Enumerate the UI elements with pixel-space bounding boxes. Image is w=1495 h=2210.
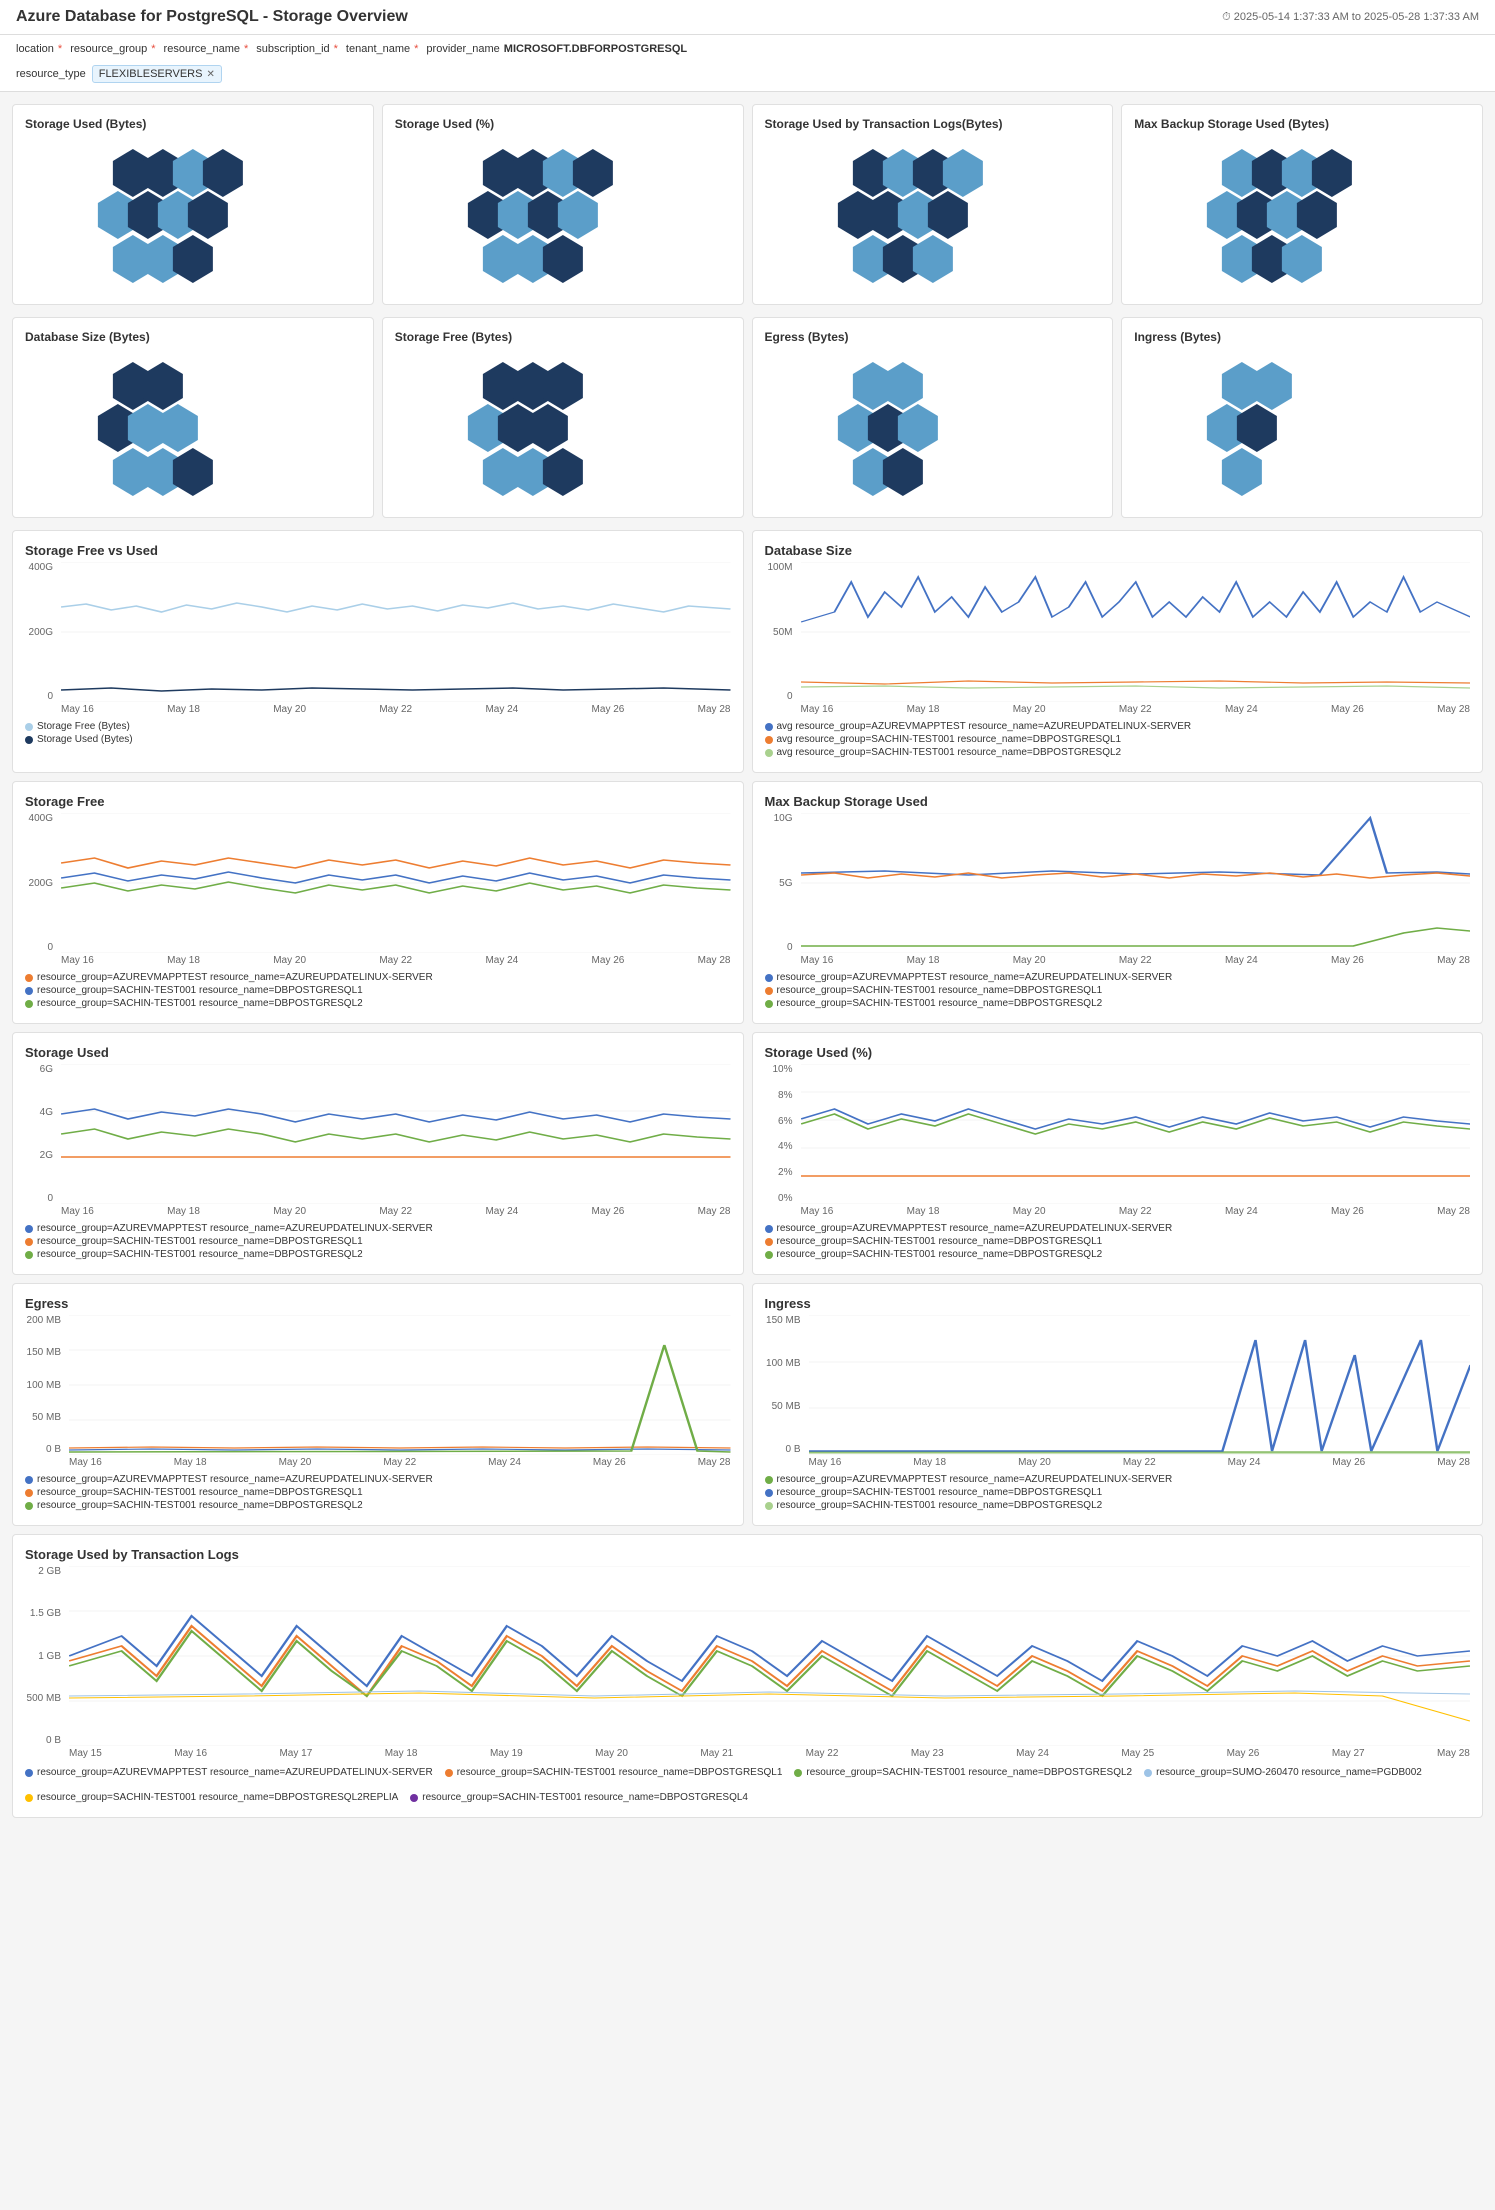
hexmap-storage-used-bytes-svg — [25, 139, 361, 289]
charts-row-4: Egress 200 MB 150 MB 100 MB 50 MB 0 B — [12, 1283, 1483, 1526]
filters-bar: location * resource_group * resource_nam… — [0, 35, 1495, 92]
dashboard: Storage Used (Bytes) Storage Used — [0, 92, 1495, 1830]
hexmap-storage-txlogs-svg — [765, 139, 1101, 289]
filter-tag-label: FLEXIBLESERVERS — [99, 68, 203, 80]
chart-storage-txlogs-title: Storage Used by Transaction Logs — [25, 1547, 1470, 1562]
legend-storage-free-vs-used: Storage Free (Bytes) Storage Used (Bytes… — [25, 721, 731, 745]
hexmap-storage-used-bytes: Storage Used (Bytes) — [12, 104, 374, 305]
x-axis-txlogs: May 15May 16May 17May 18May 19May 20May … — [25, 1748, 1470, 1759]
chart-area-ingress — [809, 1315, 1471, 1455]
filter-tenant-name[interactable]: tenant_name * — [346, 43, 419, 55]
chart-database-size: Database Size 100M 50M 0 — [752, 530, 1484, 773]
charts-row-1: Storage Free vs Used 400G 200G 0 — [12, 530, 1483, 773]
hexmap-ingress-title: Ingress (Bytes) — [1134, 330, 1470, 344]
charts-row-3: Storage Used 6G 4G 2G 0 — [12, 1032, 1483, 1275]
x-axis-db-size: May 16May 18May 20May 22May 24May 26May … — [765, 704, 1471, 715]
hexmap-storage-txlogs-title: Storage Used by Transaction Logs(Bytes) — [765, 117, 1101, 131]
hexmap-egress-title: Egress (Bytes) — [765, 330, 1101, 344]
chart-max-backup-title: Max Backup Storage Used — [765, 794, 1471, 809]
filter-resource-group-label: resource_group — [70, 43, 147, 55]
hexmap-database-size: Database Size (Bytes) — [12, 317, 374, 518]
chart-storage-free-vs-used: Storage Free vs Used 400G 200G 0 — [12, 530, 744, 773]
chart-area-storage-free — [61, 813, 731, 953]
chart-storage-free-vs-used-title: Storage Free vs Used — [25, 543, 731, 558]
chart-storage-free: Storage Free 400G 200G 0 — [12, 781, 744, 1024]
hexmap-storage-txlogs: Storage Used by Transaction Logs(Bytes) — [752, 104, 1114, 305]
hexmap-storage-free-title: Storage Free (Bytes) — [395, 330, 731, 344]
filter-provider-name[interactable]: provider_name MICROSOFT.DBFORPOSTGRESQL — [426, 43, 687, 55]
chart-area-storage-used — [61, 1064, 731, 1204]
filter-subscription-id[interactable]: subscription_id * — [256, 43, 338, 55]
legend-egress: resource_group=AZUREVMAPPTEST resource_n… — [25, 1474, 731, 1511]
y-axis-storage-free-vs-used: 400G 200G 0 — [25, 562, 57, 702]
hexmap-storage-used-pct-title: Storage Used (%) — [395, 117, 731, 131]
chart-ingress-title: Ingress — [765, 1296, 1471, 1311]
filter-resource-name-label: resource_name — [164, 43, 240, 55]
hexmap-egress: Egress (Bytes) — [752, 317, 1114, 518]
chart-area-storage-txlogs — [69, 1566, 1470, 1746]
chart-area-storage-free-vs-used — [61, 562, 731, 702]
legend-storage-txlogs: resource_group=AZUREVMAPPTEST resource_n… — [25, 1767, 1470, 1805]
chart-max-backup: Max Backup Storage Used 10G 5G 0 — [752, 781, 1484, 1024]
chart-storage-txlogs: Storage Used by Transaction Logs 2 GB 1.… — [12, 1534, 1483, 1818]
hexmap-storage-used-bytes-title: Storage Used (Bytes) — [25, 117, 361, 131]
filter-provider-name-label: provider_name — [426, 43, 499, 55]
hexmap-ingress: Ingress (Bytes) — [1121, 317, 1483, 518]
page-header: Azure Database for PostgreSQL - Storage … — [0, 0, 1495, 35]
filter-location[interactable]: location * — [16, 43, 62, 55]
chart-storage-used: Storage Used 6G 4G 2G 0 — [12, 1032, 744, 1275]
filter-location-asterisk: * — [58, 43, 62, 55]
hexmap-max-backup-storage: Max Backup Storage Used (Bytes) — [1121, 104, 1483, 305]
legend-storage-free: resource_group=AZUREVMAPPTEST resource_n… — [25, 972, 731, 1009]
hexmap-storage-used-pct: Storage Used (%) — [382, 104, 744, 305]
filter-resource-name[interactable]: resource_name * — [164, 43, 249, 55]
chart-storage-used-pct-title: Storage Used (%) — [765, 1045, 1471, 1060]
chart-area-storage-used-pct — [801, 1064, 1471, 1204]
chart-storage-used-pct: Storage Used (%) 10% 8% 6% 4% 2% 0% — [752, 1032, 1484, 1275]
legend-storage-used-pct: resource_group=AZUREVMAPPTEST resource_n… — [765, 1223, 1471, 1260]
chart-egress: Egress 200 MB 150 MB 100 MB 50 MB 0 B — [12, 1283, 744, 1526]
chart-ingress: Ingress 150 MB 100 MB 50 MB 0 B — [752, 1283, 1484, 1526]
chart-area-egress — [69, 1315, 731, 1455]
legend-storage-used: resource_group=AZUREVMAPPTEST resource_n… — [25, 1223, 731, 1260]
chart-storage-free-title: Storage Free — [25, 794, 731, 809]
chart-database-size-title: Database Size — [765, 543, 1471, 558]
x-axis-storage-free-vs-used: May 16May 18May 20May 22May 24May 26May … — [25, 704, 731, 715]
hexmap-database-size-title: Database Size (Bytes) — [25, 330, 361, 344]
filter-location-label: location — [16, 43, 54, 55]
legend-max-backup: resource_group=AZUREVMAPPTEST resource_n… — [765, 972, 1471, 1009]
hexmap-storage-free: Storage Free (Bytes) — [382, 317, 744, 518]
time-range: ⏱ 2025-05-14 1:37:33 AM to 2025-05-28 1:… — [1222, 11, 1479, 24]
hexmap-max-backup-svg — [1134, 139, 1470, 289]
hexmap-top-row: Storage Used (Bytes) Storage Used — [12, 104, 1483, 305]
chart-storage-used-title: Storage Used — [25, 1045, 731, 1060]
filter-resource-group[interactable]: resource_group * — [70, 43, 155, 55]
filter-tag-flexibleservers[interactable]: FLEXIBLESERVERS ✕ — [92, 65, 222, 83]
y-axis-db-size: 100M 50M 0 — [765, 562, 797, 702]
filter-resource-type-label: resource_type — [16, 68, 86, 80]
hexmap-max-backup-storage-title: Max Backup Storage Used (Bytes) — [1134, 117, 1470, 131]
chart-area-max-backup — [801, 813, 1471, 953]
filter-tenant-name-label: tenant_name — [346, 43, 410, 55]
page-title: Azure Database for PostgreSQL - Storage … — [16, 8, 408, 26]
hexmap-storage-used-pct-svg — [395, 139, 731, 289]
legend-ingress: resource_group=AZUREVMAPPTEST resource_n… — [765, 1474, 1471, 1511]
charts-row-2: Storage Free 400G 200G 0 — [12, 781, 1483, 1024]
filter-subscription-id-label: subscription_id — [256, 43, 329, 55]
filter-tag-close-icon[interactable]: ✕ — [206, 69, 214, 80]
hexmap-bottom-row: Database Size (Bytes) Storage Free (Byte… — [12, 317, 1483, 518]
chart-egress-title: Egress — [25, 1296, 731, 1311]
filter-provider-name-value: MICROSOFT.DBFORPOSTGRESQL — [504, 43, 687, 55]
legend-db-size: avg resource_group=AZUREVMAPPTEST resour… — [765, 721, 1471, 758]
chart-area-db-size — [801, 562, 1471, 702]
